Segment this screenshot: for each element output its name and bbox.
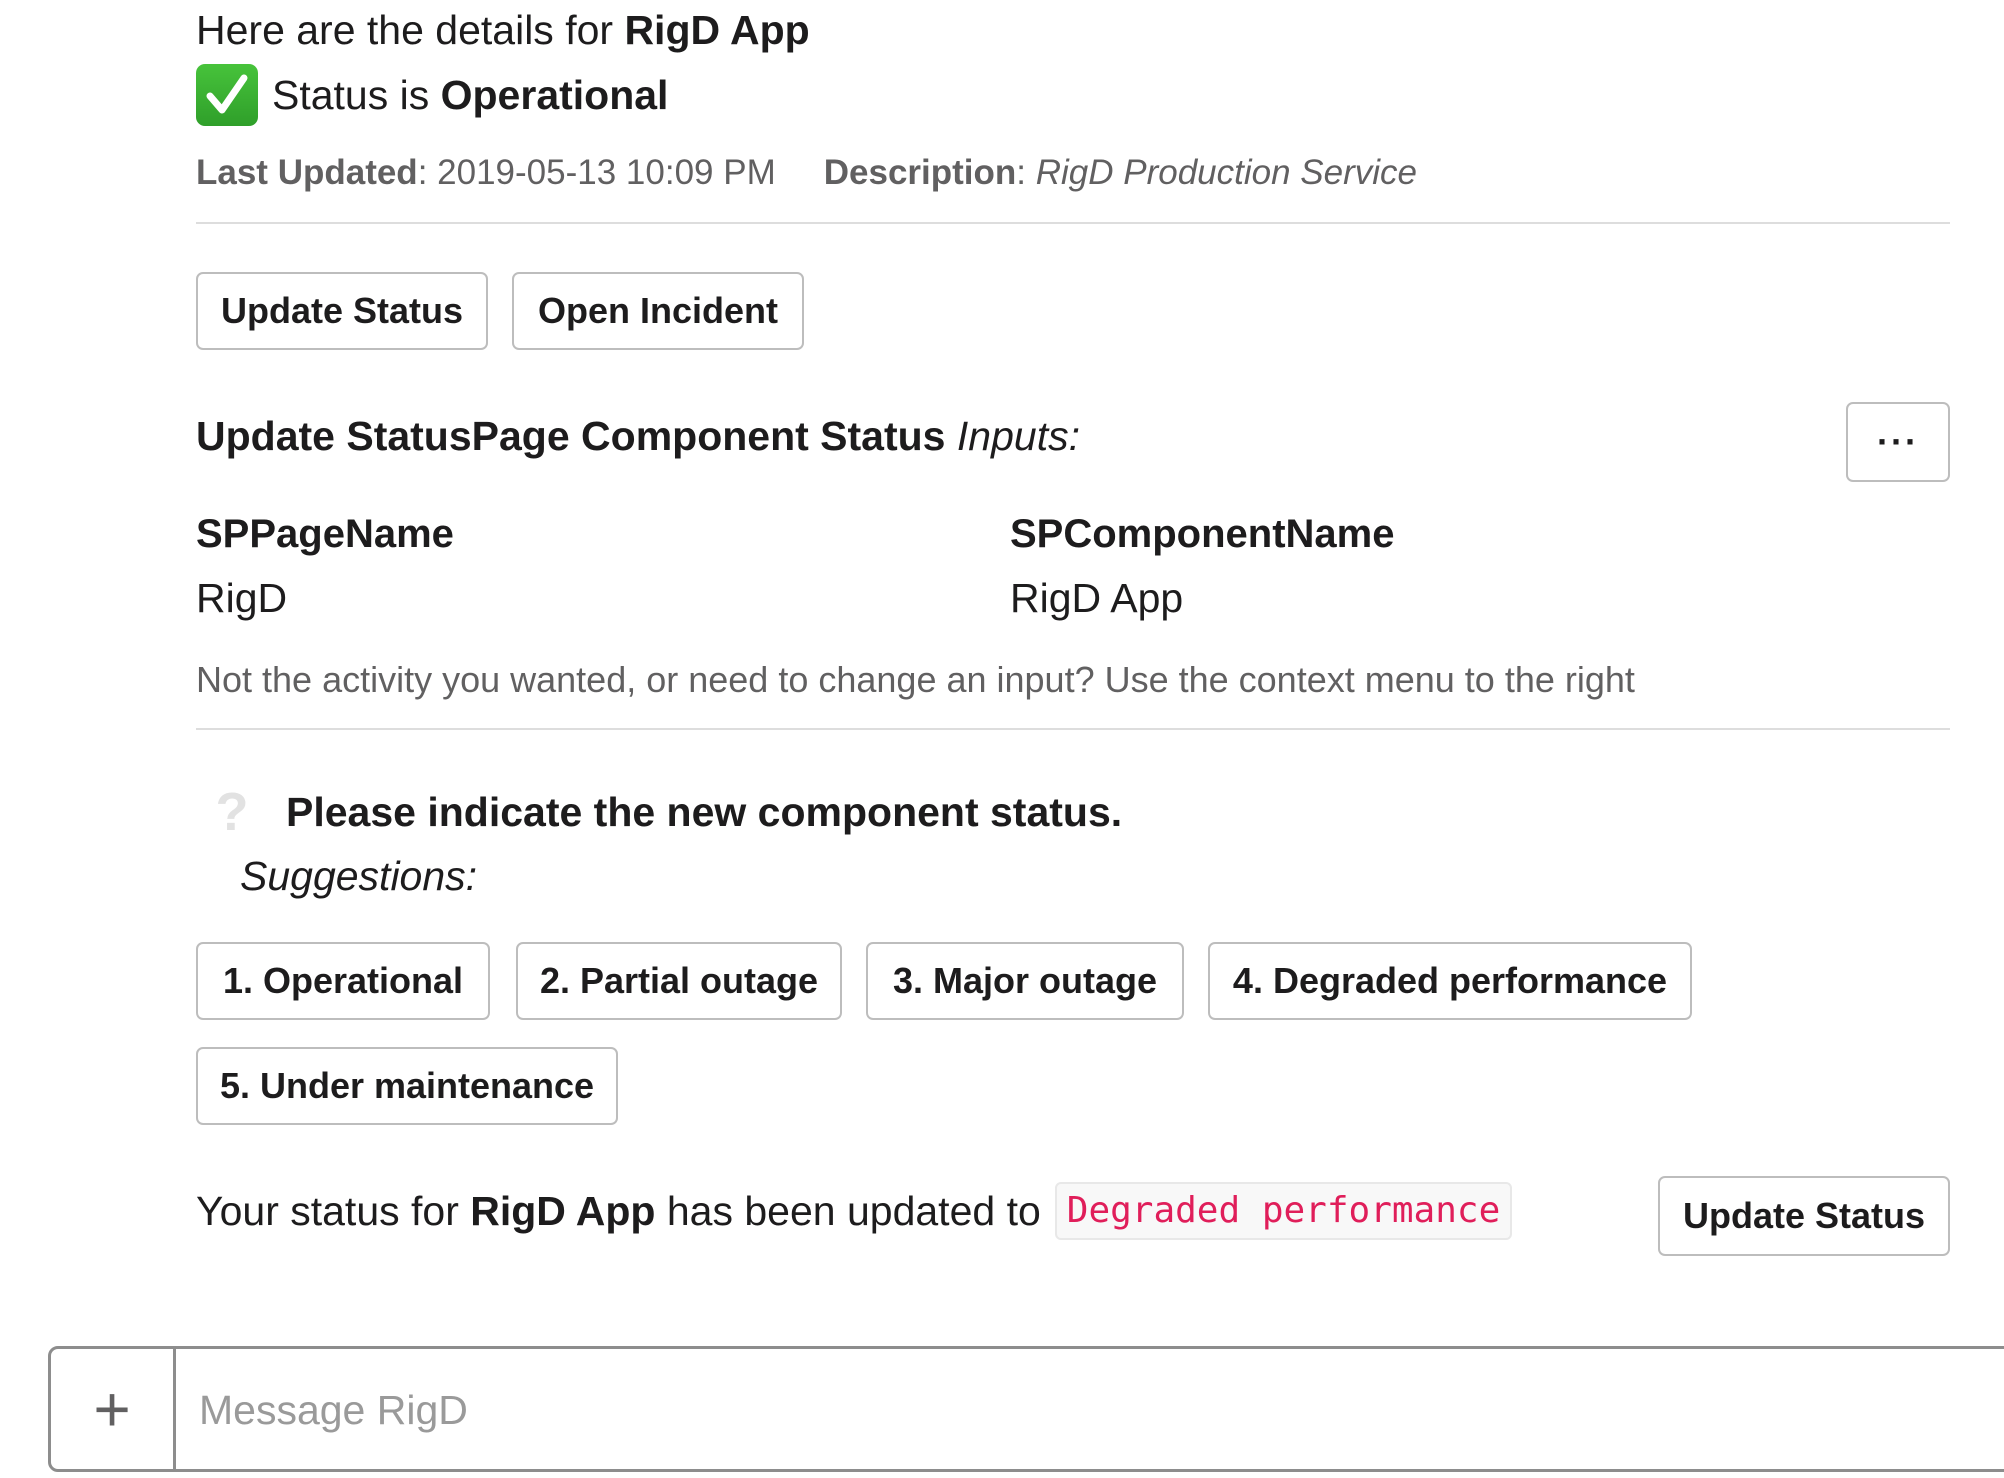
plus-icon: +: [93, 1373, 131, 1445]
question-text: Please indicate the new component status…: [286, 789, 1123, 835]
result-app-name: RigD App: [470, 1188, 656, 1234]
update-status-button-secondary[interactable]: Update Status: [1658, 1176, 1950, 1256]
message-view: Here are the details for RigD App Status…: [0, 0, 2004, 1478]
suggestion-major-outage-button[interactable]: 3. Major outage: [866, 942, 1184, 1020]
divider: [196, 728, 1950, 730]
suggestion-degraded-performance-button[interactable]: 4. Degraded performance: [1208, 942, 1692, 1020]
ellipsis-icon: ···: [1877, 421, 1919, 462]
check-mark-icon: [196, 64, 258, 126]
result-prefix: Your status for: [196, 1188, 471, 1234]
status-line: Status is Operational: [196, 64, 668, 126]
details-prefix: Here are the details for: [196, 7, 625, 53]
last-updated-label: Last Updated: [196, 153, 418, 192]
add-attachment-button[interactable]: +: [51, 1349, 176, 1469]
inputs-title-suffix: Inputs:: [956, 413, 1080, 459]
status-prefix: Status is: [272, 72, 441, 118]
suggestion-partial-outage-button[interactable]: 2. Partial outage: [516, 942, 842, 1020]
app-name: RigD App: [624, 7, 810, 53]
suggestions-label: Suggestions:: [240, 853, 478, 899]
description-label: Description: [823, 153, 1017, 192]
status-updated-message: Your status for RigD App has been update…: [196, 1180, 1513, 1242]
result-middle: has been updated to: [655, 1188, 1041, 1234]
status-value: Operational: [440, 72, 669, 118]
context-hint: Not the activity you wanted, or need to …: [196, 659, 1635, 700]
meta-line: Last Updated: 2019-05-13 10:09 PM Descrip…: [196, 153, 1418, 192]
new-status-code: Degraded performance: [1054, 1182, 1513, 1240]
update-status-button[interactable]: Update Status: [196, 272, 488, 350]
suggestion-operational-button[interactable]: 1. Operational: [196, 942, 490, 1020]
inputs-title-text: Update StatusPage Component Status: [196, 413, 946, 459]
field-label-spcomponentname: SPComponentName: [1010, 512, 1395, 556]
more-actions-button[interactable]: ···: [1846, 402, 1950, 482]
inputs-section-title: Update StatusPage Component Status Input…: [196, 408, 1080, 464]
question-icon: ?: [215, 782, 249, 842]
divider: [196, 222, 1950, 224]
suggestion-under-maintenance-button[interactable]: 5. Under maintenance: [196, 1047, 618, 1125]
last-updated-value: 2019-05-13 10:09 PM: [437, 153, 776, 192]
details-heading: Here are the details for RigD App: [196, 2, 810, 58]
message-composer: +: [48, 1346, 2004, 1472]
field-value-spcomponentname: RigD App: [1010, 575, 1184, 621]
description-value: RigD Production Service: [1035, 153, 1418, 192]
message-input[interactable]: [197, 1349, 2001, 1471]
question-prompt: ? Please indicate the new component stat…: [212, 782, 1123, 842]
field-value-sppagename: RigD: [196, 575, 288, 621]
open-incident-button[interactable]: Open Incident: [512, 272, 804, 350]
field-label-sppagename: SPPageName: [196, 512, 454, 556]
